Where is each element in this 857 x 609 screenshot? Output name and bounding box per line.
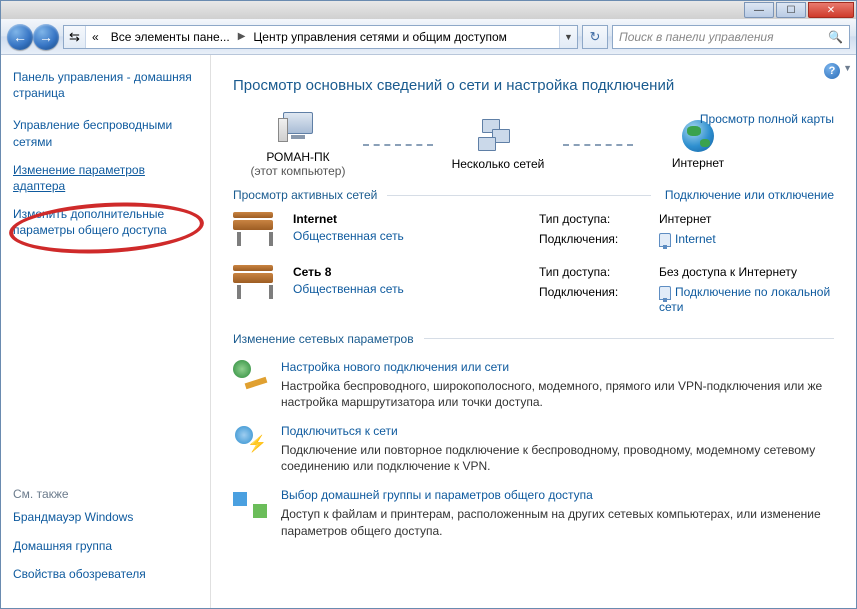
- active-networks-heading: Просмотр активных сетей Подключение или …: [233, 188, 834, 202]
- sidebar-link-adapter[interactable]: Изменение параметров адаптера: [13, 162, 198, 194]
- sidebar-home-link[interactable]: Панель управления - домашняя страница: [13, 69, 198, 101]
- settings-title[interactable]: Выбор домашней группы и параметров общег…: [281, 488, 834, 502]
- divider: [387, 195, 651, 196]
- network-icon: ⇆: [64, 26, 86, 48]
- pc-name: РОМАН-ПК: [233, 150, 363, 164]
- map-node-internet[interactable]: Интернет: [633, 120, 763, 170]
- sidebar-link-internet-options[interactable]: Свойства обозревателя: [13, 566, 198, 582]
- access-type-value: Без доступа к Интернету: [659, 265, 834, 279]
- homegroup-icon: [233, 488, 267, 518]
- minimize-button[interactable]: —: [744, 2, 774, 18]
- breadcrumb-item[interactable]: Центр управления сетями и общим доступом: [247, 26, 513, 48]
- settings-desc: Подключение или повторное подключение к …: [281, 442, 834, 474]
- bench-icon: [233, 212, 277, 246]
- sidebar-link-wireless[interactable]: Управление беспроводными сетями: [13, 117, 198, 149]
- help-icon[interactable]: ?: [824, 63, 840, 79]
- computer-icon: [278, 112, 318, 146]
- map-connector: [363, 144, 433, 146]
- see-also-heading: См. также: [13, 487, 198, 501]
- settings-item-connect[interactable]: ⚡ Подключиться к сети Подключение или по…: [233, 424, 834, 474]
- new-connection-icon: [233, 360, 267, 390]
- titlebar: — ☐ ✕: [1, 1, 856, 19]
- network-type-link[interactable]: Общественная сеть: [293, 229, 523, 243]
- address-dropdown[interactable]: ▼: [559, 26, 577, 48]
- map-node-networks[interactable]: Несколько сетей: [433, 119, 563, 171]
- ethernet-icon: [659, 233, 671, 247]
- connect-icon: ⚡: [233, 424, 267, 454]
- access-type-value: Интернет: [659, 212, 834, 226]
- networks-label: Несколько сетей: [433, 157, 563, 171]
- settings-item-new-connection[interactable]: Настройка нового подключения или сети На…: [233, 360, 834, 410]
- nav-toolbar: ← → ⇆ « Все элементы пане... ▶ Центр упр…: [1, 19, 856, 55]
- ethernet-icon: [659, 286, 671, 300]
- content-pane: ? ▼ Просмотр основных сведений о сети и …: [211, 55, 856, 608]
- access-type-label: Тип доступа:: [539, 265, 649, 279]
- networks-icon: [478, 119, 518, 153]
- divider: [424, 338, 834, 339]
- heading-text: Изменение сетевых параметров: [233, 332, 414, 346]
- network-card: Internet Общественная сеть Тип доступа: …: [233, 212, 834, 247]
- chevron-right-icon[interactable]: ▶: [236, 31, 248, 42]
- body: Панель управления - домашняя страница Уп…: [1, 55, 856, 608]
- breadcrumb-prefix[interactable]: «: [86, 26, 105, 48]
- sidebar-footer: См. также Брандмауэр Windows Домашняя гр…: [13, 487, 198, 594]
- pc-subtitle: (этот компьютер): [233, 164, 363, 178]
- maximize-button[interactable]: ☐: [776, 2, 806, 18]
- connections-label: Подключения:: [539, 232, 649, 247]
- network-name: Internet: [293, 212, 523, 226]
- breadcrumb-item[interactable]: Все элементы пане...: [105, 26, 236, 48]
- search-input[interactable]: Поиск в панели управления 🔍: [612, 25, 850, 49]
- internet-label: Интернет: [633, 156, 763, 170]
- network-name: Сеть 8: [293, 265, 523, 279]
- map-connector: [563, 144, 633, 146]
- bench-icon: [233, 265, 277, 299]
- network-map: РОМАН-ПК (этот компьютер) Несколько сете…: [233, 112, 834, 178]
- settings-title[interactable]: Подключиться к сети: [281, 424, 834, 438]
- sidebar-link-firewall[interactable]: Брандмауэр Windows: [13, 509, 198, 525]
- refresh-button[interactable]: ↻: [582, 25, 608, 49]
- window: — ☐ ✕ ← → ⇆ « Все элементы пане... ▶ Цен…: [0, 0, 857, 609]
- network-type-link[interactable]: Общественная сеть: [293, 282, 523, 296]
- sidebar-link-homegroup[interactable]: Домашняя группа: [13, 538, 198, 554]
- settings-title[interactable]: Настройка нового подключения или сети: [281, 360, 834, 374]
- map-node-pc[interactable]: РОМАН-ПК (этот компьютер): [233, 112, 363, 178]
- sidebar-link-sharing[interactable]: Изменить дополнительные параметры общего…: [13, 206, 198, 238]
- network-card: Сеть 8 Общественная сеть Тип доступа: Бе…: [233, 265, 834, 314]
- connect-disconnect-link[interactable]: Подключение или отключение: [665, 188, 834, 202]
- connection-link[interactable]: Подключение по локальной сети: [659, 285, 834, 314]
- settings-item-homegroup[interactable]: Выбор домашней группы и параметров общег…: [233, 488, 834, 538]
- chevron-down-icon: ▼: [843, 63, 852, 73]
- search-placeholder: Поиск в панели управления: [619, 30, 774, 44]
- sidebar: Панель управления - домашняя страница Уп…: [1, 55, 211, 608]
- forward-button[interactable]: →: [33, 24, 59, 50]
- full-map-link[interactable]: Просмотр полной карты: [700, 112, 834, 126]
- connection-link[interactable]: Internet: [659, 232, 834, 247]
- access-type-label: Тип доступа:: [539, 212, 649, 226]
- close-button[interactable]: ✕: [808, 2, 854, 18]
- connections-label: Подключения:: [539, 285, 649, 314]
- page-title: Просмотр основных сведений о сети и наст…: [233, 77, 834, 94]
- settings-desc: Настройка беспроводного, широкополосного…: [281, 378, 834, 410]
- settings-desc: Доступ к файлам и принтерам, расположенн…: [281, 506, 834, 538]
- back-button[interactable]: ←: [7, 24, 33, 50]
- search-icon[interactable]: 🔍: [828, 30, 843, 44]
- nav-buttons: ← →: [7, 24, 59, 50]
- heading-text: Просмотр активных сетей: [233, 188, 377, 202]
- network-settings-heading: Изменение сетевых параметров: [233, 332, 834, 346]
- address-bar[interactable]: ⇆ « Все элементы пане... ▶ Центр управле…: [63, 25, 578, 49]
